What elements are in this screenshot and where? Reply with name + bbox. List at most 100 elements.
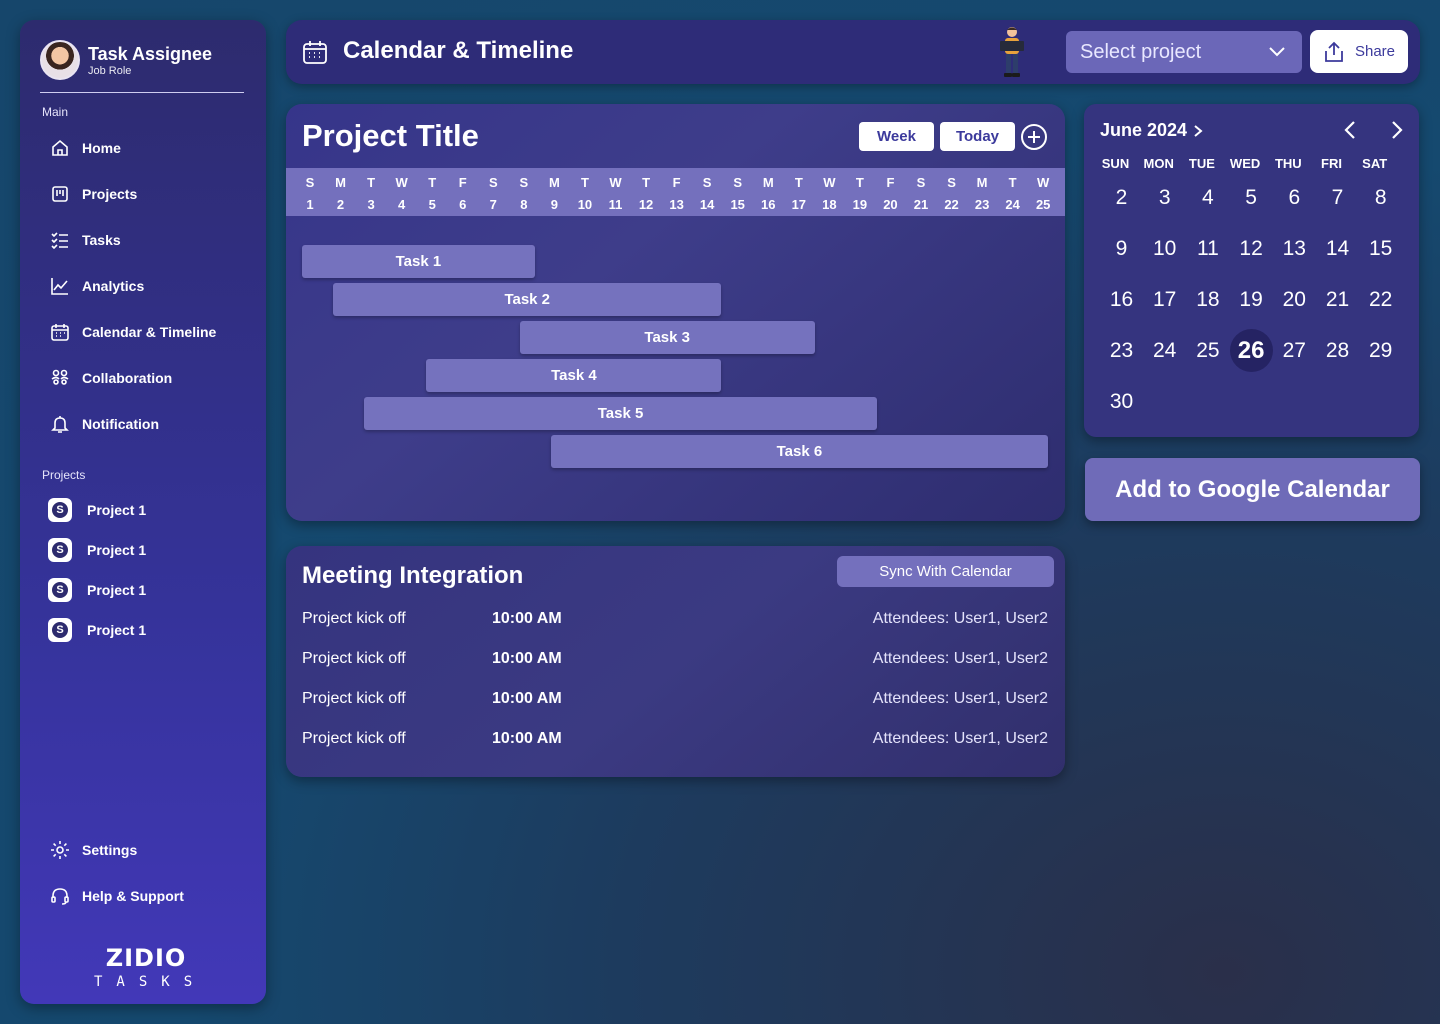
calendar-day[interactable]: 18 [1186,278,1229,321]
calendar-day[interactable]: 25 [1186,329,1229,372]
meeting-row[interactable]: Project kick off 10:00 AM Attendees: Use… [302,730,1048,752]
meeting-row[interactable]: Project kick off 10:00 AM Attendees: Use… [302,690,1048,712]
logo-sub-text: TASKS [94,974,207,990]
calendar-day[interactable]: 17 [1143,278,1186,321]
calendar-day[interactable]: 15 [1359,227,1402,270]
meeting-name: Project kick off [302,690,406,707]
share-label: Share [1354,43,1396,60]
task-bar[interactable]: Task 4 [426,359,722,392]
calendar-day[interactable]: 13 [1273,227,1316,270]
project-select-placeholder: Select project [1080,40,1202,63]
user-profile[interactable]: Task Assignee Job Role [40,40,212,80]
headset-icon [51,888,69,905]
meeting-row[interactable]: Project kick off 10:00 AM Attendees: Use… [302,610,1048,632]
day-column-header: T 17 [784,172,814,216]
sidebar-item-settings[interactable]: Settings [50,838,137,862]
sidebar-item-projects[interactable]: Projects [50,182,137,206]
calendar-day[interactable]: 8 [1359,176,1402,219]
mascot-illustration [1000,27,1024,77]
day-number: 23 [974,197,990,212]
day-number: 8 [520,197,528,212]
task-bar[interactable]: Task 5 [364,397,877,430]
calendar-day[interactable]: 14 [1316,227,1359,270]
sidebar-project-2[interactable]: S Project 1 [48,538,146,562]
page-title: Calendar & Timeline [343,37,574,64]
calendar-icon [303,41,327,64]
sidebar-project-4[interactable]: S Project 1 [48,618,146,642]
calendar-day[interactable]: 5 [1230,176,1273,219]
day-letter: W [609,175,622,190]
calendar-day[interactable]: 30 [1100,380,1143,423]
weekday-label: TUE [1188,156,1215,171]
task-bar[interactable]: Task 1 [302,245,535,278]
day-letter: W [823,175,836,190]
sidebar-project-label: Project 1 [87,622,147,638]
calendar-day[interactable]: 22 [1359,278,1402,321]
sidebar-project-3[interactable]: S Project 1 [48,578,146,602]
calendar-day[interactable]: 27 [1273,329,1316,372]
calendar-day[interactable]: 12 [1230,227,1273,270]
sidebar-project-label: Project 1 [87,582,147,598]
day-letter: M [976,175,988,190]
calendar-day[interactable]: 29 [1359,329,1402,372]
calendar-day[interactable]: 6 [1273,176,1316,219]
sidebar-item-notification[interactable]: Notification [50,412,159,436]
sidebar-item-analytics[interactable]: Analytics [50,274,144,298]
day-column-header: W 18 [814,172,844,216]
calendar-day[interactable]: 7 [1316,176,1359,219]
next-month-button[interactable] [1385,119,1407,141]
add-to-google-calendar-button[interactable]: Add to Google Calendar [1085,458,1420,521]
calendar-day[interactable]: 10 [1143,227,1186,270]
day-number: 5 [428,197,436,212]
task-bar[interactable]: Task 3 [519,321,815,354]
sidebar-item-home[interactable]: Home [50,136,121,160]
meeting-attendees: Attendees: User1, User2 [872,730,1048,747]
share-icon [1325,41,1343,62]
sidebar-item-collaboration[interactable]: Collaboration [50,366,172,390]
prev-month-button[interactable] [1340,119,1362,141]
today-button[interactable]: Today [940,122,1015,151]
calendar-day[interactable]: 9 [1100,227,1143,270]
sidebar-item-help[interactable]: Help & Support [50,884,184,908]
calendar-day[interactable]: 16 [1100,278,1143,321]
day-letter: F [672,175,681,190]
calendar-day[interactable]: 28 [1316,329,1359,372]
day-number: 14 [699,197,715,212]
sidebar-item-label: Home [82,140,121,156]
sidebar-project-1[interactable]: S Project 1 [48,498,146,522]
share-button[interactable]: Share [1310,30,1408,73]
sidebar-item-label: Projects [82,186,138,202]
sidebar-item-tasks[interactable]: Tasks [50,228,121,252]
sidebar-item-calendar[interactable]: Calendar & Timeline [50,320,216,344]
project-select[interactable]: Select project [1066,31,1302,73]
profile-role: Job Role [88,65,132,77]
sidebar-item-label: Settings [82,842,138,858]
project-logo-icon: S [48,578,72,602]
meeting-row[interactable]: Project kick off 10:00 AM Attendees: Use… [302,650,1048,672]
task-bar[interactable]: Task 6 [550,435,1048,468]
month-selector[interactable]: June 2024 [1100,120,1203,141]
calendar-day-selected[interactable]: 26 [1229,329,1273,372]
day-column-header: T5 [417,172,447,216]
day-column-header: T 24 [998,172,1028,216]
meeting-name: Project kick off [302,650,406,667]
calendar-day[interactable]: 11 [1186,227,1229,270]
mini-calendar: June 2024 SUN MON TUE WED THU FRI SAT 2 3 4 5 6 7 8 9 1… [1084,104,1419,437]
task-bar[interactable]: Task 2 [333,283,722,316]
project-logo-icon: S [48,498,72,522]
calendar-day[interactable]: 20 [1273,278,1316,321]
section-label-projects: Projects [42,468,86,482]
calendar-day[interactable]: 3 [1143,176,1186,219]
day-number: 17 [791,197,807,212]
project-logo-icon: S [48,538,72,562]
calendar-day[interactable]: 19 [1230,278,1273,321]
calendar-day[interactable]: 24 [1143,329,1186,372]
day-letter: M [548,175,560,190]
week-button[interactable]: Week [859,122,934,151]
add-task-button[interactable] [1021,124,1047,150]
calendar-day[interactable]: 21 [1316,278,1359,321]
calendar-day[interactable]: 4 [1186,176,1229,219]
sync-calendar-button[interactable]: Sync With Calendar [837,556,1054,587]
calendar-day[interactable]: 2 [1100,176,1143,219]
calendar-day[interactable]: 23 [1100,329,1143,372]
